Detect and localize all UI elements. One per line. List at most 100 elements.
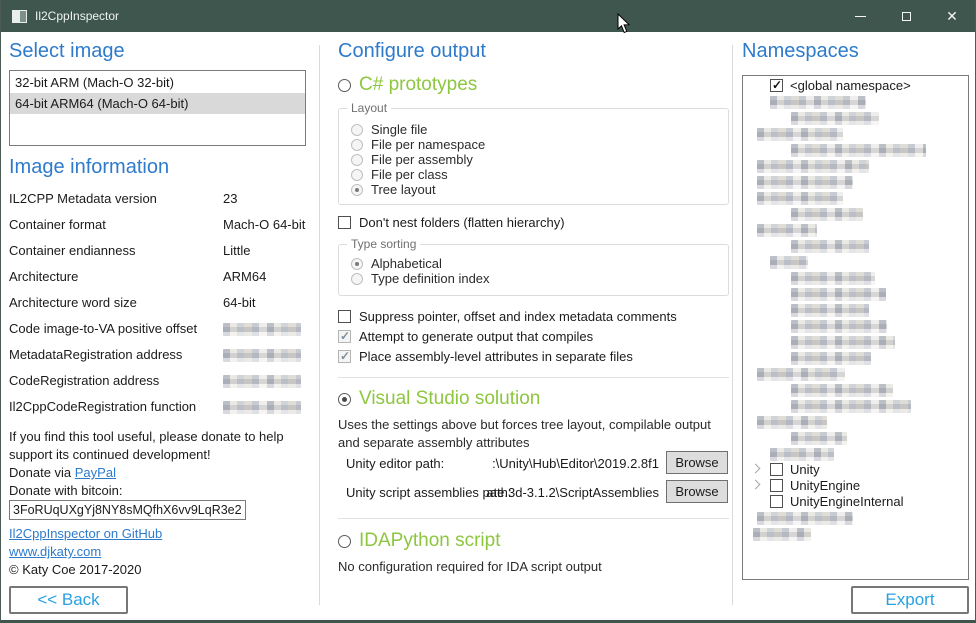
layout-groupbox: Layout Single fileFile per namespaceFile… xyxy=(338,108,729,205)
namespace-list[interactable]: <global namespace> UnityUnityEngineUnityE… xyxy=(742,75,969,580)
donate-line1: If you find this tool useful, please don… xyxy=(9,428,306,464)
info-label: Architecture word size xyxy=(9,295,137,310)
assembly-attrs-checkbox[interactable]: Place assembly-level attributes in separ… xyxy=(338,348,633,364)
idapython-description: No configuration required for IDA script… xyxy=(338,558,729,576)
csharp-prototypes-option[interactable]: C# prototypes xyxy=(338,74,477,96)
radio-icon xyxy=(351,169,363,181)
paypal-link[interactable]: PayPal xyxy=(75,465,116,480)
redacted-namespace xyxy=(791,432,847,445)
minimize-icon xyxy=(855,16,866,17)
window-title: Il2CppInspector xyxy=(35,9,119,23)
info-row: Container endiannessLittle xyxy=(9,243,306,269)
namespace-item[interactable]: Unity xyxy=(743,462,968,478)
idapython-option[interactable]: IDAPython script xyxy=(338,530,501,552)
redacted-namespace xyxy=(791,272,875,285)
image-list[interactable]: 32-bit ARM (Mach-O 32-bit)64-bit ARM64 (… xyxy=(9,70,306,146)
redacted-namespace xyxy=(791,320,887,333)
suppress-checkbox[interactable]: Suppress pointer, offset and index metad… xyxy=(338,308,677,324)
radio-option[interactable]: Single file xyxy=(351,122,728,137)
unity-assemblies-browse-button[interactable]: Browse xyxy=(666,480,728,503)
namespace-item-redacted xyxy=(743,350,968,366)
back-button[interactable]: << Back xyxy=(9,586,128,614)
namespaces-panel: Namespaces <global namespace>UnityUnityE… xyxy=(742,32,969,620)
info-row: MetadataRegistration address xyxy=(9,347,306,373)
export-button[interactable]: Export xyxy=(851,586,969,614)
expander-icon[interactable] xyxy=(751,464,761,474)
namespace-checkbox-icon[interactable] xyxy=(770,479,783,492)
select-image-panel: Select image 32-bit ARM (Mach-O 32-bit)6… xyxy=(9,32,306,620)
namespace-item-redacted xyxy=(743,174,968,190)
configure-output-panel: Configure output C# prototypes Layout Si… xyxy=(338,32,729,620)
radio-label: Single file xyxy=(371,122,427,137)
github-link[interactable]: Il2CppInspector on GitHub xyxy=(9,526,162,541)
radio-label: File per class xyxy=(371,167,448,182)
namespace-item[interactable]: <global namespace> xyxy=(743,78,968,94)
bitcoin-address-input[interactable] xyxy=(9,500,246,520)
redacted-namespace xyxy=(757,224,817,237)
namespace-item-redacted xyxy=(743,110,968,126)
dont-nest-checkbox-icon xyxy=(338,216,351,229)
namespace-item-redacted xyxy=(743,190,968,206)
radio-icon xyxy=(351,154,363,166)
unity-editor-browse-button[interactable]: Browse xyxy=(666,451,728,474)
info-label: MetadataRegistration address xyxy=(9,347,182,362)
image-information-header: Image information xyxy=(9,156,169,179)
info-value: Little xyxy=(223,243,250,258)
website-link[interactable]: www.djkaty.com xyxy=(9,544,101,559)
info-row: Il2CppCodeRegistration function xyxy=(9,399,306,425)
visual-studio-option[interactable]: Visual Studio solution xyxy=(338,388,540,410)
namespace-checkbox-icon[interactable] xyxy=(770,79,783,92)
namespace-item-redacted xyxy=(743,126,968,142)
radio-option[interactable]: Type definition index xyxy=(351,271,728,286)
namespace-item-redacted xyxy=(743,158,968,174)
image-list-item[interactable]: 64-bit ARM64 (Mach-O 64-bit) xyxy=(10,93,305,114)
suppress-checkbox-icon xyxy=(338,310,351,323)
dont-nest-checkbox[interactable]: Don't nest folders (flatten hierarchy) xyxy=(338,214,565,230)
info-label: Code image-to-VA positive offset xyxy=(9,321,197,336)
redacted-value xyxy=(223,375,301,388)
namespace-item[interactable]: UnityEngineInternal xyxy=(743,494,968,510)
redacted-namespace xyxy=(791,288,886,301)
namespace-label: Unity xyxy=(790,462,820,478)
redacted-namespace xyxy=(770,96,866,109)
donate-line2: Donate via PayPal xyxy=(9,464,306,482)
namespace-checkbox-icon[interactable] xyxy=(770,495,783,508)
donate-line3: Donate with bitcoin: xyxy=(9,482,306,500)
namespace-item-redacted xyxy=(743,238,968,254)
redacted-namespace xyxy=(757,128,843,141)
close-button[interactable]: ✕ xyxy=(929,0,975,32)
namespace-item-redacted xyxy=(743,302,968,318)
info-row: Code image-to-VA positive offset xyxy=(9,321,306,347)
namespace-label: UnityEngine xyxy=(790,478,860,494)
section-divider-2 xyxy=(338,518,729,519)
left-separator xyxy=(319,45,320,605)
redacted-namespace xyxy=(757,416,827,429)
namespace-item-redacted xyxy=(743,446,968,462)
radio-option[interactable]: Alphabetical xyxy=(351,256,728,271)
radio-option[interactable]: File per namespace xyxy=(351,137,728,152)
maximize-button[interactable] xyxy=(883,0,929,32)
titlebar: Il2CppInspector ✕ xyxy=(1,0,975,32)
type-sorting-radio-list: AlphabeticalType definition index xyxy=(339,245,728,286)
expander-icon[interactable] xyxy=(751,480,761,490)
namespace-item-redacted xyxy=(743,366,968,382)
radio-option[interactable]: File per class xyxy=(351,167,728,182)
select-image-header: Select image xyxy=(9,40,125,63)
image-list-item[interactable]: 32-bit ARM (Mach-O 32-bit) xyxy=(10,72,305,93)
redacted-namespace xyxy=(753,528,811,541)
unity-assemblies-path-value: ate.3d-3.1.2\ScriptAssemblies xyxy=(478,485,659,500)
info-label: Architecture xyxy=(9,269,78,284)
namespace-item[interactable]: UnityEngine xyxy=(743,478,968,494)
attempt-compile-checkbox[interactable]: Attempt to generate output that compiles xyxy=(338,328,593,344)
namespace-checkbox-icon[interactable] xyxy=(770,463,783,476)
info-label: Container format xyxy=(9,217,106,232)
redacted-namespace xyxy=(791,304,869,317)
redacted-namespace xyxy=(791,144,926,157)
visual-studio-radio-icon xyxy=(338,393,351,406)
radio-option[interactable]: File per assembly xyxy=(351,152,728,167)
minimize-button[interactable] xyxy=(837,0,883,32)
namespace-item-redacted xyxy=(743,398,968,414)
radio-option[interactable]: Tree layout xyxy=(351,182,728,197)
info-value: ARM64 xyxy=(223,269,266,284)
app-icon xyxy=(12,10,27,23)
